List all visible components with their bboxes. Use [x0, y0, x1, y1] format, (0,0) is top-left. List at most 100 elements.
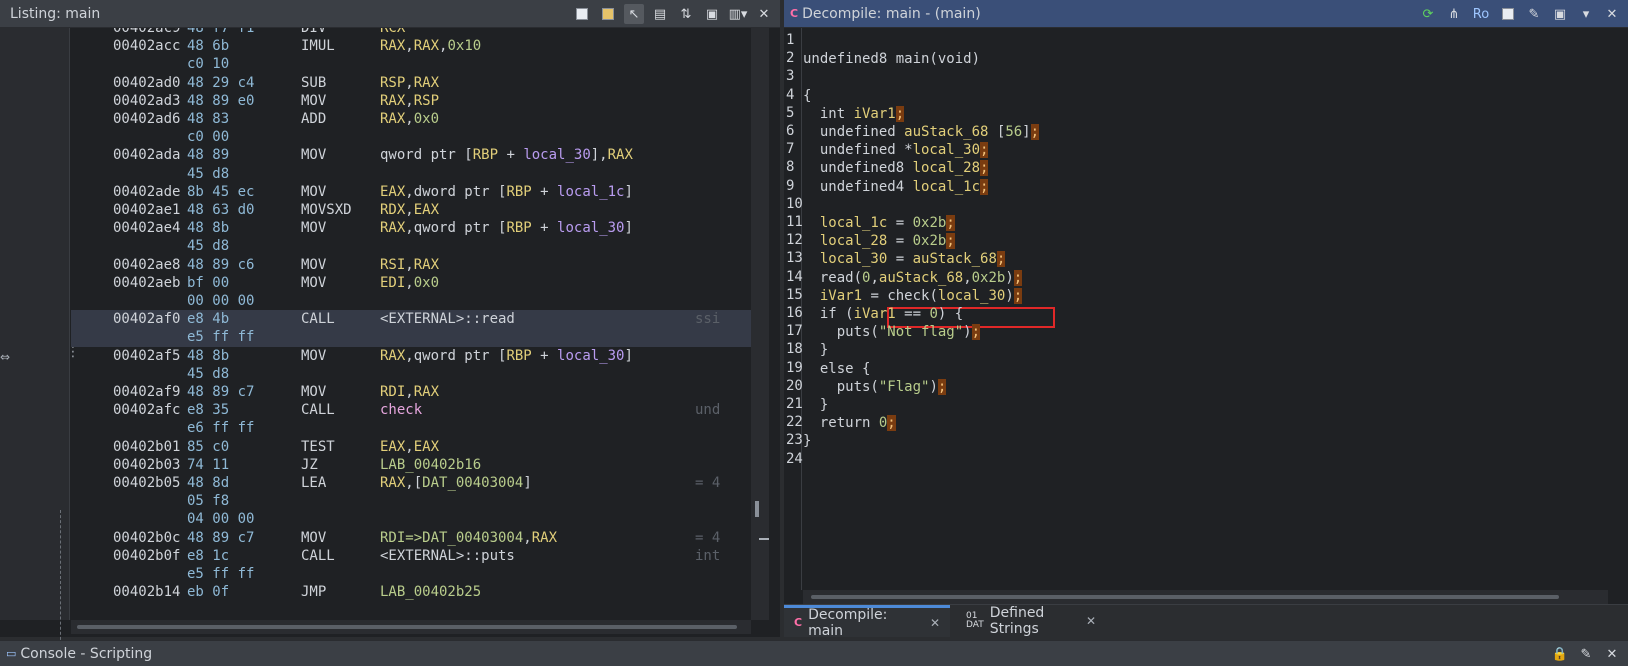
instruction-operands: EAX,EAX: [380, 438, 439, 457]
operand-token: ,qword ptr [: [405, 220, 507, 237]
listing-row[interactable]: 45 d8: [71, 165, 751, 184]
listing-code[interactable]: 00402ac9 48 f7 f1 DIV RCX 00402acc 48 6b IMUL R…: [71, 28, 751, 620]
read-only-label[interactable]: Ro: [1470, 4, 1492, 24]
listing-row[interactable]: 00402ada 48 89 MOV qword ptr [RBP + local_3…: [71, 146, 751, 165]
code-line[interactable]: {: [803, 87, 811, 106]
copy-icon[interactable]: [1498, 4, 1518, 24]
listing-row[interactable]: 00402b0c 48 89 c7 MOV RDI=>DAT_00403004,RAX…: [71, 529, 751, 548]
code-line[interactable]: }: [803, 396, 828, 415]
code-token: ;: [980, 160, 989, 177]
edit-icon[interactable]: ✎: [1524, 4, 1544, 24]
snapshot-icon[interactable]: ▣: [1550, 4, 1570, 24]
listing-row[interactable]: 00402acc 48 6b IMUL RAX,RAX,0x10: [71, 37, 751, 56]
scroll-thumb[interactable]: [77, 625, 737, 629]
listing-row[interactable]: 04 00 00: [71, 510, 751, 529]
listing-horizontal-scrollbar[interactable]: [71, 620, 751, 634]
copy-icon[interactable]: [572, 4, 592, 24]
close-icon[interactable]: ✕: [754, 4, 774, 24]
tab-decompile-main[interactable]: C Decompile: main ✕: [784, 605, 950, 639]
operand-token: ,: [405, 111, 414, 127]
paste-icon[interactable]: [598, 4, 618, 24]
code-line[interactable]: }: [803, 341, 828, 360]
code-line[interactable]: else {: [803, 360, 871, 379]
close-tab-icon[interactable]: ✕: [930, 616, 940, 630]
listing-row[interactable]: 00402ae8 48 89 c6 MOV RSI,RAX: [71, 256, 751, 275]
listing-row[interactable]: c0 10: [71, 55, 751, 74]
close-icon[interactable]: ✕: [1602, 4, 1622, 24]
refresh-icon[interactable]: ⟳: [1418, 4, 1438, 24]
code-line[interactable]: }: [803, 432, 811, 451]
listing-row[interactable]: 00402b14 eb 0f JMP LAB_00402b25: [71, 583, 751, 602]
listing-row[interactable]: 00402ad3 48 89 e0 MOV RAX,RSP: [71, 92, 751, 111]
operand-token: RAX: [607, 147, 633, 164]
listing-row[interactable]: 00402afc e8 35 CALL check und: [71, 401, 751, 420]
listing-row[interactable]: 00402ad6 48 83 ADD RAX,0x0: [71, 110, 751, 129]
instruction-operands: RSI,RAX: [380, 256, 439, 275]
listing-row[interactable]: 05 f8: [71, 492, 751, 511]
instruction-bytes: c0 00: [187, 129, 230, 146]
code-line[interactable]: undefined8 main(void): [803, 50, 980, 69]
listing-row[interactable]: 00402ae4 48 8b MOV RAX,qword ptr [RBP + loc…: [71, 219, 751, 238]
close-tab-icon[interactable]: ✕: [1086, 614, 1096, 628]
listing-row[interactable]: e6 ff ff: [71, 419, 751, 438]
resize-handle-icon[interactable]: ⇔: [0, 350, 10, 364]
operand-token: <EXTERNAL>::read: [380, 311, 515, 328]
field-edit-icon[interactable]: ▤: [650, 4, 670, 24]
listing-row[interactable]: 00402b03 74 11 JZ LAB_00402b16: [71, 456, 751, 475]
listing-row[interactable]: e5 ff ff: [71, 328, 751, 348]
listing-row[interactable]: 00402b05 48 8d LEA RAX,[DAT_00403004] = 4: [71, 474, 751, 493]
code-token: undefined8 main(void): [803, 51, 981, 68]
listing-row[interactable]: 00402af9 48 89 c7 MOV RDI,RAX: [71, 383, 751, 402]
listing-row[interactable]: e5 ff ff: [71, 565, 751, 584]
code-line[interactable]: undefined4 local_1c;: [803, 178, 989, 197]
code-line[interactable]: puts("Flag");: [803, 378, 947, 397]
code-line[interactable]: local_30 = auStack_68;: [803, 250, 1006, 269]
snapshot-icon[interactable]: ▣: [702, 4, 722, 24]
code-line[interactable]: undefined8 local_28;: [803, 159, 989, 178]
listing-row[interactable]: 00402af5 48 8b MOV RAX,qword ptr [RBP + loc…: [71, 347, 751, 366]
code-token: local_30: [912, 142, 981, 159]
code-line[interactable]: undefined auStack_68 [56];: [803, 123, 1040, 142]
code-line[interactable]: read(0,auStack_68,0x2b);: [803, 269, 1023, 288]
listing-row[interactable]: 45 d8: [71, 237, 751, 256]
operand-token: RAX: [413, 74, 440, 91]
code-line[interactable]: local_28 = 0x2b;: [803, 232, 955, 251]
decompiled-code[interactable]: undefined8 main(void) { int iVar1; undefi…: [803, 28, 1608, 590]
listing-vertical-scrollbar[interactable]: [751, 28, 769, 620]
graph-icon[interactable]: ⋔: [1444, 4, 1464, 24]
scroll-thumb[interactable]: [755, 501, 759, 517]
flow-arrow-line: [60, 510, 61, 650]
code-line[interactable]: int iVar1;: [803, 105, 905, 124]
listing-row[interactable]: 00402ae1 48 63 d0 MOVSXD RDX,EAX: [71, 201, 751, 220]
listing-row[interactable]: 00402af0 e8 4b CALL <EXTERNAL>::read ssi: [71, 310, 751, 330]
diff-view-icon[interactable]: ⇅: [676, 4, 696, 24]
listing-row[interactable]: 00402b01 85 c0 TEST EAX,EAX: [71, 438, 751, 457]
listing-row[interactable]: c0 00: [71, 128, 751, 147]
clear-icon[interactable]: ✎: [1576, 644, 1596, 664]
listing-row[interactable]: 00402ad0 48 29 c4 SUB RSP,RAX: [71, 74, 751, 93]
layout-menu-icon[interactable]: ▥▾: [728, 4, 748, 24]
lock-icon[interactable]: 🔒: [1550, 644, 1570, 664]
code-token: }: [803, 433, 812, 450]
scroll-thumb[interactable]: [811, 595, 1559, 599]
listing-row[interactable]: 00402b0f e8 1c CALL <EXTERNAL>::puts int: [71, 547, 751, 566]
code-line[interactable]: undefined *local_30;: [803, 141, 989, 160]
tab-defined-strings[interactable]: 01 DAT Defined Strings ✕: [956, 605, 1106, 637]
menu-dropdown-icon[interactable]: ▾: [1576, 4, 1596, 24]
code-line[interactable]: if (iVar1 == 0) {: [803, 305, 963, 324]
operand-token: ]: [624, 183, 633, 200]
code-line[interactable]: iVar1 = check(local_30);: [803, 287, 1023, 306]
listing-row[interactable]: 00402ade 8b 45 ec MOV EAX,dword ptr [RBP + …: [71, 183, 751, 202]
listing-row[interactable]: 45 d8: [71, 365, 751, 384]
code-line[interactable]: return 0;: [803, 414, 896, 433]
listing-row[interactable]: 00 00 00: [71, 292, 751, 311]
listing-row[interactable]: 00402aeb bf 00 MOV EDI,0x0: [71, 274, 751, 293]
code-line[interactable]: local_1c = 0x2b;: [803, 214, 955, 233]
code-line[interactable]: puts("Not flag");: [803, 323, 981, 342]
code-token: 0x2b: [971, 269, 1006, 286]
cursor-track-icon[interactable]: ↖: [624, 4, 644, 24]
decompile-horizontal-scrollbar[interactable]: [803, 590, 1608, 604]
instruction-mnemonic: MOV: [301, 347, 327, 364]
close-icon[interactable]: ✕: [1602, 644, 1622, 664]
operand-token: +: [498, 147, 524, 164]
